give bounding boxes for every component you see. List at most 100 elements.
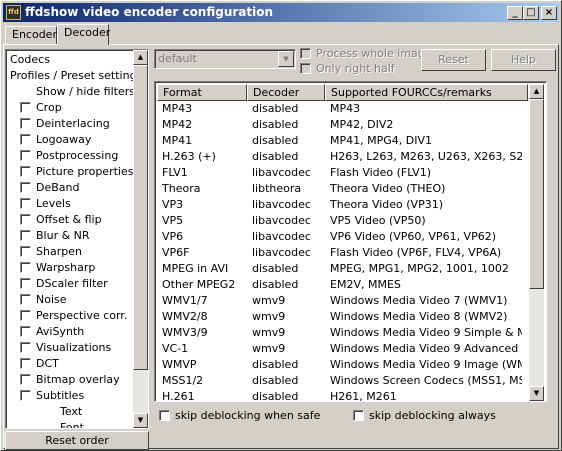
column-header-fourccs[interactable]: Supported FOURCCs/remarks: [325, 84, 528, 101]
tree-scrollbar[interactable]: ▲ ▼: [133, 50, 148, 428]
tree-scroll-thumb[interactable]: [133, 65, 148, 370]
sidebar-item[interactable]: Profiles / Preset settings: [8, 68, 142, 84]
table-row[interactable]: H.261 disabled H261, M261: [157, 389, 527, 401]
table-row[interactable]: WMVP disabled Windows Media Video 9 Image …: [157, 357, 527, 373]
scroll-down-arrow-icon[interactable]: ▼: [133, 413, 148, 428]
help-button[interactable]: Help: [491, 49, 556, 71]
sidebar-item[interactable]: Picture properties: [8, 164, 134, 180]
sidebar-item[interactable]: DScaler filter: [8, 276, 134, 292]
filter-checkbox[interactable]: [20, 278, 31, 289]
skip-deblocking-safe-option[interactable]: skip deblocking when safe: [159, 409, 320, 422]
format-cell: VP3: [162, 198, 184, 211]
table-row[interactable]: FLV1 libavcodec Flash Video (FLV1): [157, 165, 527, 181]
table-row[interactable]: MP43 disabled MP43: [157, 101, 527, 117]
close-button[interactable]: ×: [541, 6, 557, 20]
filter-checkbox[interactable]: [20, 182, 31, 193]
table-row[interactable]: Other MPEG2 disabled EM2V, MMES: [157, 277, 527, 293]
table-row[interactable]: Theora libtheora Theora Video (THEO): [157, 181, 527, 197]
filter-checkbox[interactable]: [20, 102, 31, 113]
list-scroll-thumb[interactable]: [529, 99, 544, 289]
table-row[interactable]: MP42 disabled MP42, DIV2: [157, 117, 527, 133]
filter-checkbox[interactable]: [20, 358, 31, 369]
filter-checkbox[interactable]: [20, 294, 31, 305]
scroll-up-arrow-icon[interactable]: ▲: [133, 50, 148, 65]
sidebar-item[interactable]: Show / hide filters: [8, 84, 135, 100]
table-row[interactable]: WMV1/7 wmv9 Windows Media Video 7 (WMV1): [157, 293, 527, 309]
column-header-decoder[interactable]: Decoder: [247, 84, 325, 101]
sidebar-item[interactable]: Warpsharp: [8, 260, 134, 276]
skip-deblocking-always-checkbox[interactable]: [353, 410, 364, 421]
sidebar-item[interactable]: Levels: [8, 196, 134, 212]
filter-checkbox[interactable]: [20, 134, 31, 145]
skip-deblocking-always-option[interactable]: skip deblocking always: [353, 409, 496, 422]
app-icon[interactable]: ffd: [6, 5, 21, 20]
format-cell: WMV3/9: [162, 326, 208, 339]
only-right-half-checkbox[interactable]: [300, 63, 311, 74]
table-row[interactable]: VC-1 wmv9 Windows Media Video 9 Advanced P…: [157, 341, 527, 357]
tab-decoder[interactable]: Decoder: [57, 24, 110, 45]
title-bar[interactable]: ffd ffdshow video encoder configuration …: [3, 3, 559, 22]
table-row[interactable]: VP6F libavcodec Flash Video (VP6F, FLV4, V…: [157, 245, 527, 261]
minimize-button[interactable]: _: [507, 6, 523, 20]
sidebar-item[interactable]: Blur & NR: [8, 228, 134, 244]
fourcc-cell: MPEG, MPG1, MPG2, 1001, 1002: [330, 262, 509, 275]
sidebar-item[interactable]: Codecs: [8, 52, 134, 68]
table-row[interactable]: VP3 libavcodec Theora Video (VP31): [157, 197, 527, 213]
skip-deblocking-safe-checkbox[interactable]: [159, 410, 170, 421]
filter-checkbox[interactable]: [20, 374, 31, 385]
list-scrollbar[interactable]: ▲ ▼: [529, 84, 544, 401]
scroll-down-arrow-icon[interactable]: ▼: [529, 386, 544, 401]
sidebar-item[interactable]: Deinterlacing: [8, 116, 134, 132]
sidebar-item[interactable]: Crop: [8, 100, 134, 116]
filter-checkbox[interactable]: [20, 198, 31, 209]
table-row[interactable]: VP5 libavcodec VP5 Video (VP50): [157, 213, 527, 229]
filter-checkbox[interactable]: [20, 310, 31, 321]
table-row[interactable]: WMV3/9 wmv9 Windows Media Video 9 Simple &…: [157, 325, 527, 341]
table-row[interactable]: WMV2/8 wmv9 Windows Media Video 8 (WMV2): [157, 309, 527, 325]
sidebar-item[interactable]: Offset & flip: [8, 212, 134, 228]
sidebar-item[interactable]: Font: [8, 420, 134, 428]
reset-order-button[interactable]: Reset order: [5, 431, 149, 450]
chevron-down-icon[interactable]: ▼: [278, 51, 294, 67]
table-row[interactable]: MP41 disabled MP41, MPG4, DIV1: [157, 133, 527, 149]
table-row[interactable]: MPEG in AVI disabled MPEG, MPG1, MPG2, 100…: [157, 261, 527, 277]
filter-checkbox[interactable]: [20, 166, 31, 177]
preset-combo[interactable]: default ▼: [154, 49, 296, 69]
only-right-half-option[interactable]: Only right half: [300, 62, 395, 75]
filter-checkbox[interactable]: [20, 230, 31, 241]
filter-checkbox[interactable]: [20, 150, 31, 161]
reset-button[interactable]: Reset: [421, 49, 486, 71]
sidebar-item[interactable]: Noise: [8, 292, 134, 308]
sidebar-item[interactable]: Perspective corr.: [8, 308, 134, 324]
filter-checkbox[interactable]: [20, 118, 31, 129]
sidebar-item[interactable]: Bitmap overlay: [8, 372, 134, 388]
tab-encoder[interactable]: Encoder: [5, 26, 57, 44]
sidebar-item[interactable]: AviSynth: [8, 324, 134, 340]
format-cell: MPEG in AVI: [162, 262, 229, 275]
sidebar-item[interactable]: Sharpen: [8, 244, 134, 260]
filter-checkbox[interactable]: [20, 262, 31, 273]
column-header-format[interactable]: Format: [157, 84, 247, 101]
decoder-cell: libavcodec: [252, 198, 311, 211]
filter-checkbox[interactable]: [20, 326, 31, 337]
table-row[interactable]: VP6 libavcodec VP6 Video (VP60, VP61, VP62…: [157, 229, 527, 245]
maximize-button[interactable]: □: [523, 6, 539, 20]
sidebar-item[interactable]: Postprocessing: [8, 148, 134, 164]
filter-checkbox[interactable]: [20, 390, 31, 401]
sidebar-item[interactable]: Subtitles: [8, 388, 134, 404]
sidebar-item[interactable]: Text: [8, 404, 134, 420]
sidebar-item[interactable]: DCT: [8, 356, 134, 372]
process-whole-image-checkbox[interactable]: [300, 48, 311, 59]
table-row[interactable]: H.263 (+) disabled H263, L263, M263, U263,…: [157, 149, 527, 165]
table-row[interactable]: MSS1/2 disabled Windows Screen Codecs (MSS…: [157, 373, 527, 389]
process-whole-image-option[interactable]: Process whole image: [300, 47, 432, 60]
sidebar-item[interactable]: Visualizations: [8, 340, 134, 356]
fourcc-cell: Flash Video (VP6F, FLV4, VP6A): [330, 246, 502, 259]
filter-checkbox[interactable]: [20, 214, 31, 225]
sidebar-item[interactable]: DeBand: [8, 180, 134, 196]
filter-checkbox[interactable]: [20, 246, 31, 257]
scroll-up-arrow-icon[interactable]: ▲: [529, 84, 544, 99]
sidebar-item-label: Warpsharp: [36, 261, 96, 274]
sidebar-item[interactable]: Logoaway: [8, 132, 134, 148]
filter-checkbox[interactable]: [20, 342, 31, 353]
